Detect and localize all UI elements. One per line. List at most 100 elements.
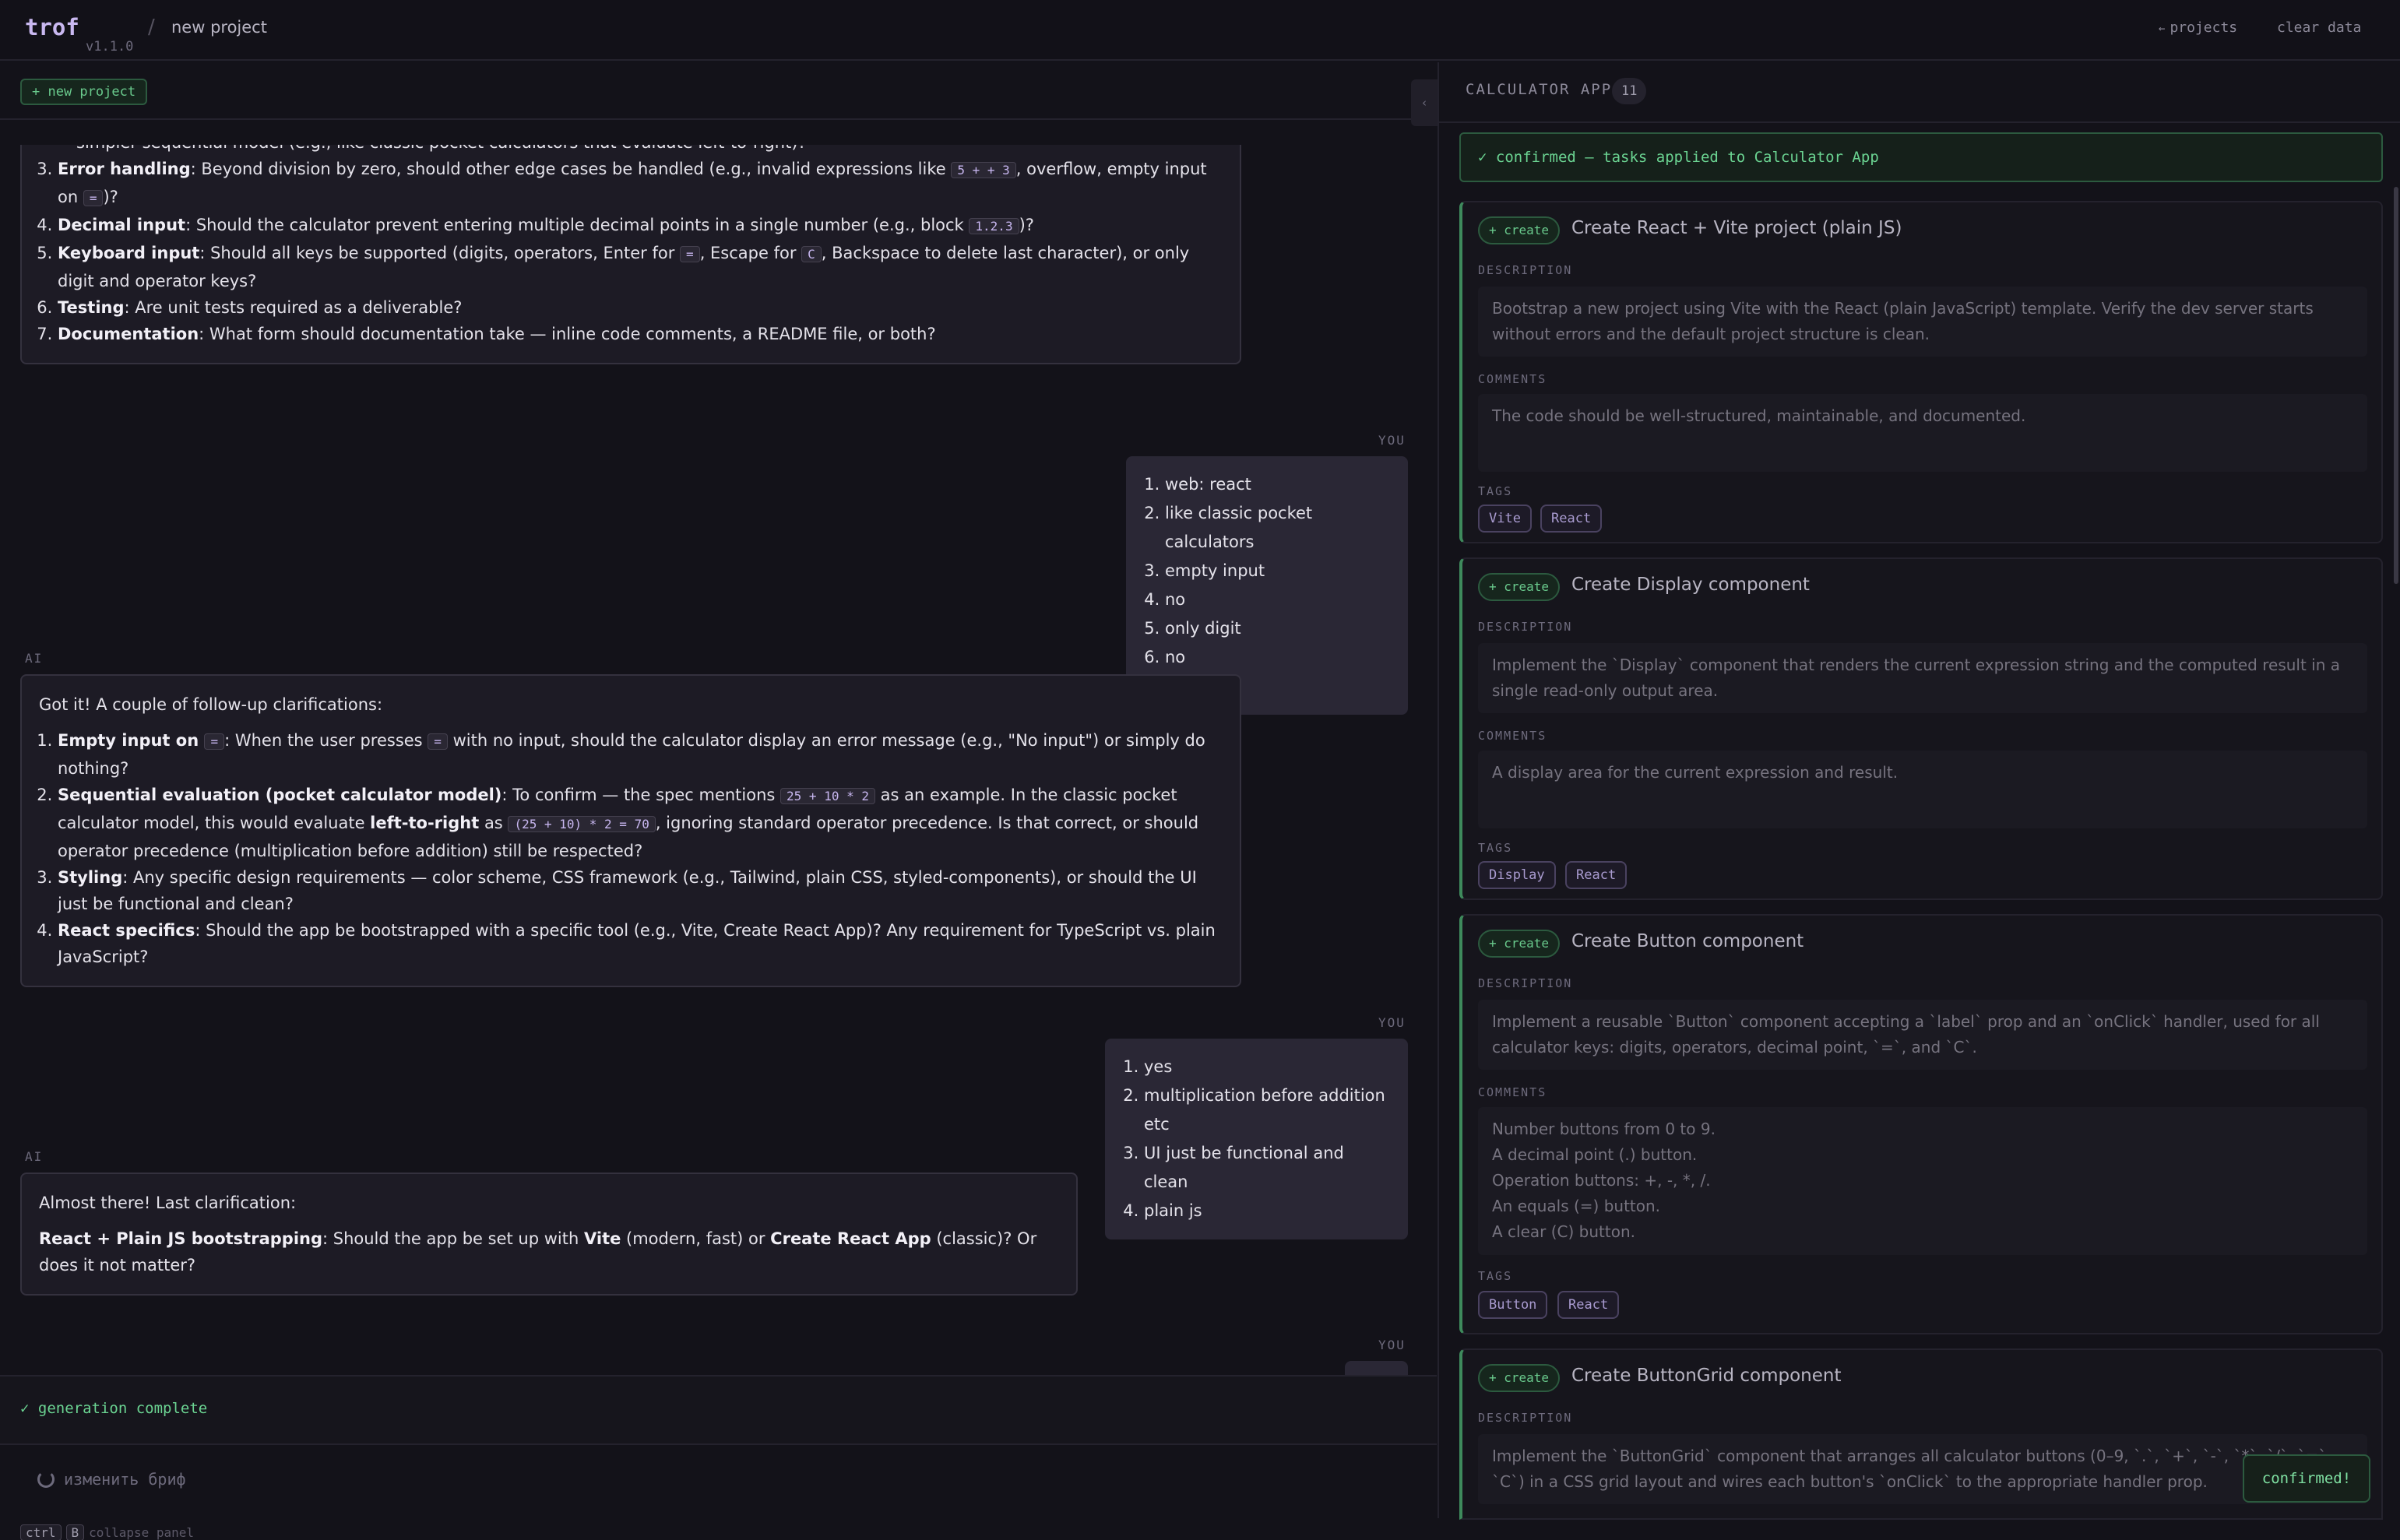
list-item: empty input [1165, 557, 1391, 585]
tags-label: TAGS [1478, 1269, 1513, 1283]
app-logo[interactable]: trof [25, 14, 79, 40]
question-list: Empty input on =: When the user presses … [39, 727, 1223, 970]
task-title: Create React + Vite project (plain JS) [1571, 218, 1902, 238]
list-item: multiplication before addition etc [1144, 1081, 1391, 1139]
list-item: Keyboard input: Should all keys be suppo… [58, 240, 1223, 294]
create-badge: + create [1478, 216, 1561, 244]
you-label: YOU [1378, 1338, 1406, 1352]
list-item: web: react [1165, 470, 1391, 499]
comment-line: Number buttons from 0 to 9. [1492, 1120, 1716, 1138]
top-bar: trof v1.1.0 / new project ← projects clea… [0, 0, 2400, 61]
inline-code: 1.2.3 [969, 218, 1019, 234]
inline-code: = [204, 733, 225, 750]
rebrief-label: изменить бриф [64, 1470, 186, 1489]
list-item: no [1165, 585, 1391, 614]
message-text: simpler sequential model (e.g., like cla… [39, 145, 1223, 156]
kbd-b: B [65, 1524, 85, 1540]
list-item: Sequential evaluation (pocket calculator… [58, 782, 1223, 864]
comments-field[interactable]: Number buttons from 0 to 9. A decimal po… [1478, 1107, 2367, 1255]
list-item: no [1165, 643, 1391, 672]
hint-text: collapse panel [89, 1525, 195, 1540]
tag[interactable]: Display [1478, 861, 1556, 889]
answer-list: web: react like classic pocket calculato… [1143, 470, 1391, 701]
create-badge: + create [1478, 573, 1561, 601]
generation-status: ✓ generation complete [0, 1375, 1437, 1445]
tasks-panel: CALCULATOR APP 11 ✓ confirmed — tasks ap… [1438, 62, 2400, 1520]
description-field[interactable]: Implement the `Display` component that r… [1478, 643, 2367, 713]
task-card[interactable]: + create Create Display component DESCRI… [1459, 557, 2383, 900]
task-title: Create Display component [1571, 575, 1810, 595]
scrollbar-thumb[interactable] [2394, 187, 2398, 584]
comment-line: A clear (C) button. [1492, 1222, 1635, 1241]
chat-history[interactable]: simpler sequential model (e.g., like cla… [0, 145, 1437, 1375]
task-card[interactable]: + create Create React + Vite project (pl… [1459, 201, 2383, 543]
keyboard-hint: ctrl Bcollapse panel [20, 1524, 194, 1540]
message-text: React + Plain JS bootstrapping: Should t… [39, 1229, 1037, 1275]
you-label: YOU [1378, 433, 1406, 448]
list-item: Empty input on =: When the user presses … [58, 727, 1223, 782]
ai-message: simpler sequential model (e.g., like cla… [20, 145, 1241, 364]
tag[interactable]: React [1540, 505, 1603, 533]
comment-line: Operation buttons: +, -, *, /. [1492, 1171, 1711, 1190]
status-text: ✓ generation complete [20, 1400, 208, 1417]
list-item: only digit [1165, 614, 1391, 643]
description-label: DESCRIPTION [1478, 263, 1573, 277]
app-version: v1.1.0 [86, 39, 134, 54]
ai-label: AI [25, 651, 44, 666]
list-item: Testing: Are unit tests required as a de… [58, 294, 1223, 321]
inline-code: = [680, 246, 700, 262]
chat-panel: + new project ‹ simpler sequential model… [0, 62, 1438, 1518]
comments-field[interactable]: The code should be well-structured, main… [1478, 394, 2367, 472]
confirmed-toast[interactable]: confirmed! [2243, 1454, 2370, 1503]
breadcrumb-current: new project [171, 18, 267, 37]
inline-code: = [83, 190, 104, 206]
kbd-ctrl: ctrl [20, 1524, 62, 1540]
tag[interactable]: Vite [1478, 505, 1532, 533]
create-badge: + create [1478, 1364, 1561, 1392]
task-title: Create ButtonGrid component [1571, 1366, 1842, 1386]
collapse-panel-button[interactable]: ‹ [1411, 79, 1438, 126]
inline-code: (25 + 10) * 2 = 70 [508, 816, 656, 832]
description-field[interactable]: Bootstrap a new project using Vite with … [1478, 287, 2367, 357]
tasks-header: CALCULATOR APP 11 [1439, 62, 2400, 123]
inline-code: 5 + + 3 [951, 162, 1016, 178]
clear-data-button[interactable]: clear data [2277, 19, 2361, 36]
rebrief-button[interactable]: изменить бриф [37, 1470, 186, 1489]
new-project-button[interactable]: + new project [20, 79, 148, 105]
arrow-left-icon: ← [2159, 23, 2166, 35]
confirm-banner: ✓ confirmed — tasks applied to Calculato… [1459, 132, 2383, 182]
tags-label: TAGS [1478, 484, 1513, 498]
message-text: Almost there! Last clarification: [39, 1194, 297, 1212]
list-item: Error handling: Beyond division by zero,… [58, 156, 1223, 212]
question-list: Error handling: Beyond division by zero,… [39, 156, 1223, 347]
projects-link-label: projects [2170, 19, 2238, 36]
ai-label: AI [25, 1149, 44, 1164]
description-field[interactable]: Implement the `ButtonGrid` component tha… [1478, 1434, 2367, 1504]
comments-label: COMMENTS [1478, 729, 1547, 743]
message-text: Got it! A couple of follow-up clarificat… [39, 695, 383, 714]
inline-code: C [801, 246, 822, 262]
tag[interactable]: React [1565, 861, 1628, 889]
list-item: yes [1144, 1053, 1391, 1081]
task-card[interactable]: + create Create Button component DESCRIP… [1459, 914, 2383, 1334]
task-title: Create Button component [1571, 931, 1804, 951]
project-name: CALCULATOR APP [1466, 81, 1613, 98]
list-item: Documentation: What form should document… [58, 321, 1223, 347]
user-message: yes multiplication before addition etc U… [1105, 1039, 1408, 1239]
comment-line: An equals (=) button. [1492, 1197, 1661, 1215]
projects-link[interactable]: ← projects [2159, 19, 2237, 36]
create-badge: + create [1478, 930, 1561, 958]
tag[interactable]: React [1557, 1291, 1620, 1319]
inline-code: = [428, 733, 448, 750]
you-label: YOU [1378, 1015, 1406, 1030]
list-item: like classic pocket calculators [1165, 499, 1391, 557]
tags-label: TAGS [1478, 841, 1513, 855]
comments-field[interactable]: A display area for the current expressio… [1478, 751, 2367, 828]
comment-line: A decimal point (.) button. [1492, 1145, 1698, 1164]
breadcrumb-separator: / [148, 16, 155, 39]
list-item: plain js [1144, 1197, 1391, 1225]
list-item: UI just be functional and clean [1144, 1139, 1391, 1197]
description-field[interactable]: Implement a reusable `Button` component … [1478, 1000, 2367, 1070]
answer-list: yes multiplication before addition etc U… [1122, 1053, 1391, 1225]
tag[interactable]: Button [1478, 1291, 1548, 1319]
